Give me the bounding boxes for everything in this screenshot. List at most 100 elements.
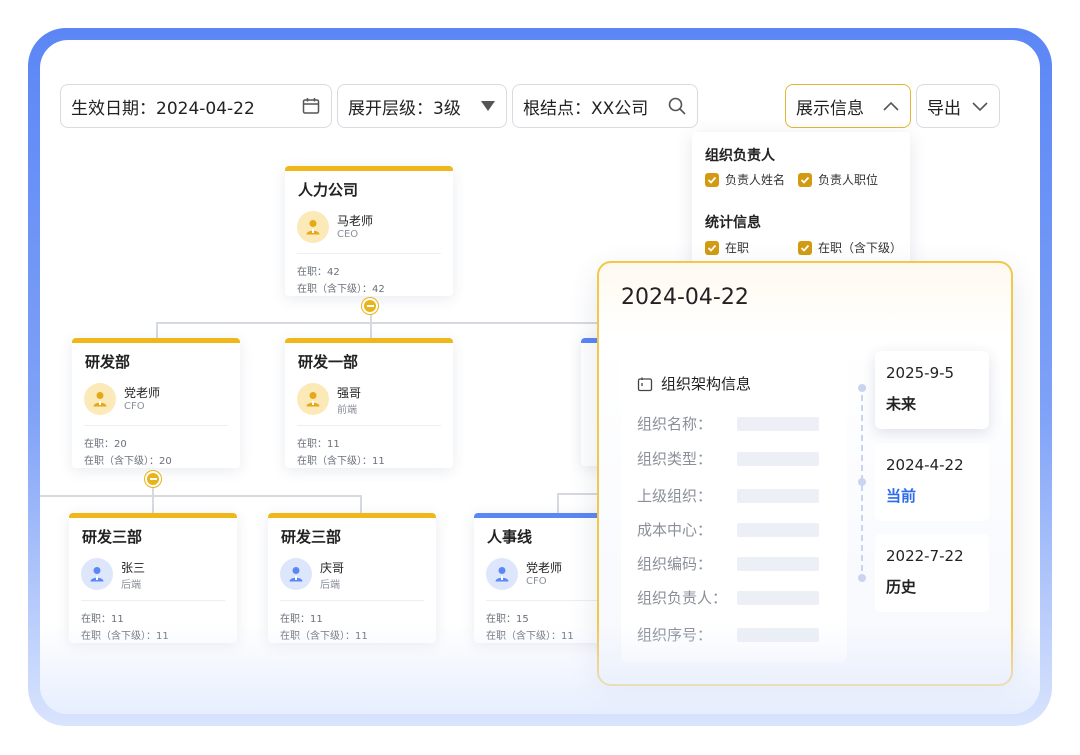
org-card-leader-name: 马老师 xyxy=(337,214,374,228)
checkbox-label: 负责人职位 xyxy=(818,173,879,187)
app-frame: 生效日期：2024-04-22 展开层级：3级 根结点：XX公司 展示信息 导出 xyxy=(28,28,1052,726)
person-icon xyxy=(280,558,312,590)
divider xyxy=(297,425,441,426)
version-status: 未来 xyxy=(886,395,917,413)
org-card[interactable]: 研发部 党老师 CFO 在职：20 在职（含下级）：20 xyxy=(72,338,240,468)
connector xyxy=(40,495,362,497)
field-value xyxy=(737,489,819,503)
org-info-card: 组织架构信息 组织名称： 组织类型： 上级组织： 成本中心： 组织编码： 组织负… xyxy=(621,351,847,663)
menu-section-title: 统计信息 xyxy=(705,215,761,231)
org-card-leader-name: 庆哥 xyxy=(320,561,345,575)
org-card-stat-active-incl: 在职（含下级）：11 xyxy=(280,631,368,642)
field-value xyxy=(737,628,819,642)
divider xyxy=(81,600,225,601)
org-card-leader-role: 前端 xyxy=(337,405,357,416)
timeline-version-history[interactable]: 2022-7-22 历史 xyxy=(875,534,989,612)
version-status: 历史 xyxy=(886,578,917,596)
timeline-dot xyxy=(858,574,866,582)
org-card-leader-name: 党老师 xyxy=(526,561,563,575)
org-card-leader-name: 张三 xyxy=(121,561,146,575)
popup-date: 2024-04-22 xyxy=(621,285,749,310)
field-value xyxy=(737,591,819,605)
export-label: 导出 xyxy=(927,98,961,119)
org-card-stat-active: 在职：11 xyxy=(280,614,323,625)
person-icon xyxy=(84,383,116,415)
connector xyxy=(557,493,559,515)
person-icon xyxy=(297,211,329,243)
checkbox-leader-position[interactable]: 负责人职位 xyxy=(798,171,878,188)
checkbox-label: 负责人姓名 xyxy=(725,173,786,187)
checkbox-active-incl[interactable]: 在职（含下级） xyxy=(798,239,902,256)
search-icon xyxy=(667,96,687,116)
org-card-leader-name: 强哥 xyxy=(337,386,362,400)
expand-level-select[interactable]: 展开层级：3级 xyxy=(337,84,507,128)
org-card[interactable]: 研发三部 张三 后端 在职：11 在职（含下级）：11 xyxy=(69,513,237,643)
divider xyxy=(280,600,424,601)
chevron-up-icon xyxy=(882,99,900,113)
root-node-label: 根结点：XX公司 xyxy=(523,98,649,119)
org-card-leader-name: 党老师 xyxy=(124,386,161,400)
menu-section-title: 组织负责人 xyxy=(705,148,775,164)
field-label: 成本中心： xyxy=(637,521,713,539)
display-info-label: 展示信息 xyxy=(796,98,864,119)
org-card-stat-active: 在职：42 xyxy=(297,267,340,278)
effective-date-label: 生效日期：2024-04-22 xyxy=(71,98,255,119)
timeline-version-future[interactable]: 2025-9-5 未来 xyxy=(875,351,989,429)
app-canvas: 生效日期：2024-04-22 展开层级：3级 根结点：XX公司 展示信息 导出 xyxy=(40,40,1040,714)
timeline-dot xyxy=(858,478,866,486)
org-card-leader-role: 后端 xyxy=(121,580,141,591)
connector xyxy=(156,322,601,324)
org-info-title: 组织架构信息 xyxy=(661,375,752,393)
org-card-title: 研发一部 xyxy=(298,353,359,371)
person-icon xyxy=(486,558,518,590)
org-card-title: 研发部 xyxy=(85,353,131,371)
effective-date-picker[interactable]: 生效日期：2024-04-22 xyxy=(60,84,332,128)
org-card-leader-role: 后端 xyxy=(320,580,340,591)
org-card-stat-active-incl: 在职（含下级）：11 xyxy=(81,631,169,642)
org-card-stat-active: 在职：11 xyxy=(81,614,124,625)
person-icon xyxy=(81,558,113,590)
field-label: 上级组织： xyxy=(637,487,713,505)
org-card-stat-active-incl: 在职（含下级）：11 xyxy=(486,631,574,642)
checkbox-label: 在职 xyxy=(725,241,750,255)
checkbox-label: 在职（含下级） xyxy=(818,241,903,255)
expand-level-label: 展开层级：3级 xyxy=(348,98,461,119)
timeline-dot xyxy=(858,384,866,392)
org-card-title: 研发三部 xyxy=(82,528,143,546)
version-date: 2022-7-22 xyxy=(886,547,964,565)
checkbox-active[interactable]: 在职 xyxy=(705,239,749,256)
org-card[interactable]: 人力公司 马老师 CEO 在职：42 在职（含下级）：42 xyxy=(285,166,453,296)
check-icon xyxy=(798,240,812,255)
field-label: 组织编码： xyxy=(637,555,713,573)
field-value xyxy=(737,523,819,537)
divider xyxy=(297,253,441,254)
field-label: 组织序号： xyxy=(637,626,713,644)
org-card-stat-active: 在职：20 xyxy=(84,439,127,450)
export-dropdown[interactable]: 导出 xyxy=(916,84,1000,128)
collapse-node-button[interactable] xyxy=(145,471,161,487)
org-card[interactable]: 研发一部 强哥 前端 在职：11 在职（含下级）：11 xyxy=(285,338,453,468)
checkbox-leader-name[interactable]: 负责人姓名 xyxy=(705,171,785,188)
chevron-down-icon xyxy=(971,99,989,113)
collapse-node-button[interactable] xyxy=(362,298,378,314)
divider xyxy=(84,425,228,426)
check-icon xyxy=(798,172,812,187)
org-card-stat-active-incl: 在职（含下级）：11 xyxy=(297,456,385,467)
root-node-search[interactable]: 根结点：XX公司 xyxy=(512,84,698,128)
org-card-stat-active: 在职：15 xyxy=(486,614,529,625)
org-card[interactable]: 研发三部 庆哥 后端 在职：11 在职（含下级）：11 xyxy=(268,513,436,643)
field-value xyxy=(737,557,819,571)
org-card-title: 研发三部 xyxy=(281,528,342,546)
check-icon xyxy=(705,240,719,255)
org-card-leader-role: CFO xyxy=(526,576,547,587)
connector xyxy=(370,312,372,340)
org-card-stat-active-incl: 在职（含下级）：42 xyxy=(297,284,385,295)
org-info-header: 组织架构信息 xyxy=(637,373,751,394)
version-date: 2025-9-5 xyxy=(886,364,955,382)
timeline-version-current[interactable]: 2024-4-22 当前 xyxy=(875,443,989,521)
field-value xyxy=(737,452,819,466)
display-info-dropdown[interactable]: 展示信息 xyxy=(785,84,911,128)
connector xyxy=(360,495,362,513)
display-info-menu: 组织负责人 负责人姓名 负责人职位 统计信息 在职 在职（含下级） xyxy=(692,132,910,272)
version-date: 2024-4-22 xyxy=(886,456,964,474)
